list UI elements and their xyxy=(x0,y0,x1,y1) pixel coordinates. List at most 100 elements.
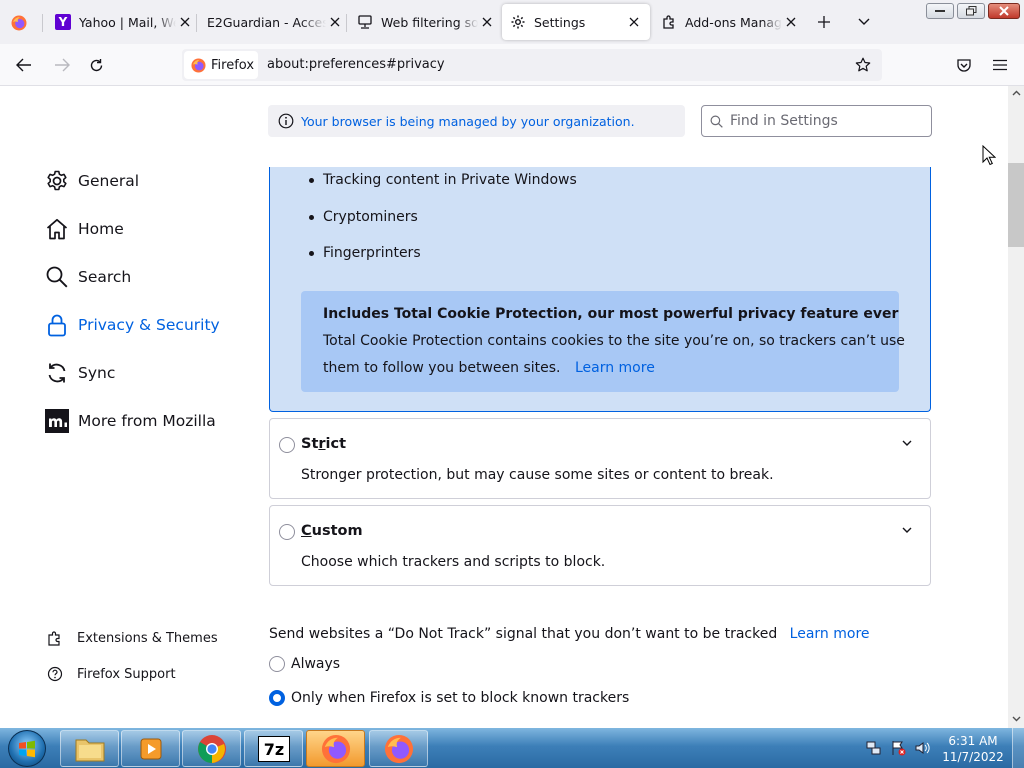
dnt-option-always[interactable]: Always xyxy=(269,656,340,672)
network-icon xyxy=(357,14,373,30)
scrollbar[interactable] xyxy=(1008,86,1024,728)
close-icon[interactable] xyxy=(627,15,641,29)
hamburger-menu-icon xyxy=(993,59,1007,71)
sidebar-item-privacy[interactable]: Privacy & Security xyxy=(44,312,220,338)
start-button[interactable] xyxy=(8,730,46,767)
strict-expand-button[interactable] xyxy=(897,434,917,452)
tab-settings[interactable]: Settings xyxy=(502,4,650,40)
restore-icon xyxy=(965,6,976,16)
dnt-when-blocking-radio[interactable] xyxy=(269,690,285,706)
dnt-always-radio[interactable] xyxy=(269,656,285,672)
search-icon xyxy=(710,115,723,128)
firefox-icon xyxy=(321,734,350,763)
lock-icon xyxy=(44,312,70,338)
close-icon[interactable] xyxy=(178,15,192,29)
tab-web-filtering[interactable]: Web filtering solution xyxy=(352,4,494,40)
custom-radio[interactable] xyxy=(279,524,295,540)
list-item-text: Tracking content in Private Windows xyxy=(323,172,577,188)
show-desktop-button[interactable] xyxy=(1012,728,1024,768)
tcp-learn-more-link[interactable]: Learn more xyxy=(575,360,655,376)
list-all-tabs-button[interactable] xyxy=(852,10,876,34)
mouse-cursor-icon xyxy=(982,145,996,166)
dnt-label: Send websites a “Do Not Track” signal th… xyxy=(269,626,778,642)
firefox-view-button[interactable] xyxy=(6,10,32,36)
gear-icon xyxy=(510,14,526,30)
tab-addons[interactable]: Add-ons Manager xyxy=(656,4,798,40)
dnt-option-when-blocking[interactable]: Only when Firefox is set to block known … xyxy=(269,690,629,706)
tcp-title: Includes Total Cookie Protection, our mo… xyxy=(323,306,899,322)
bookmark-star-button[interactable] xyxy=(852,54,874,76)
sidebar-item-more-from-mozilla[interactable]: More from Mozilla xyxy=(44,408,216,434)
taskbar-media-player[interactable] xyxy=(121,730,180,767)
mozilla-icon xyxy=(44,408,70,434)
tcp-description-line-1: Total Cookie Protection contains cookies… xyxy=(323,333,905,349)
tab-yahoo[interactable]: Y Yahoo | Mail, Weather, Search xyxy=(50,4,192,40)
forward-arrow-icon xyxy=(55,58,70,72)
sidebar-item-search[interactable]: Search xyxy=(44,264,131,290)
minimize-button[interactable] xyxy=(926,3,954,19)
sidebar-link-firefox-support[interactable]: Firefox Support xyxy=(46,665,176,683)
taskbar-firefox[interactable] xyxy=(369,730,428,767)
reload-button[interactable] xyxy=(82,52,110,78)
taskbar-explorer[interactable] xyxy=(60,730,119,767)
close-icon[interactable] xyxy=(784,15,798,29)
new-tab-button[interactable] xyxy=(812,10,836,34)
tray-network-icon[interactable] xyxy=(866,740,882,756)
star-icon xyxy=(855,57,871,72)
custom-title-accesskey: C xyxy=(301,523,312,539)
tray-volume-icon[interactable] xyxy=(914,740,930,756)
scrollbar-thumb[interactable] xyxy=(1008,163,1024,247)
scroll-down-arrow-icon xyxy=(1012,716,1021,722)
tray-action-center-icon[interactable] xyxy=(890,740,906,756)
url-text[interactable]: about:preferences#privacy xyxy=(267,57,445,72)
sidebar-item-sync[interactable]: Sync xyxy=(44,360,115,386)
chevron-down-icon xyxy=(858,18,870,25)
clock-time: 6:31 AM xyxy=(948,734,998,748)
back-arrow-icon xyxy=(16,58,31,72)
search-input[interactable]: Find in Settings xyxy=(701,105,932,137)
app-menu-button[interactable] xyxy=(989,54,1011,76)
dnt-row: Send websites a “Do Not Track” signal th… xyxy=(269,626,870,642)
strict-radio[interactable] xyxy=(279,437,295,453)
info-icon xyxy=(278,113,294,129)
custom-expand-button[interactable] xyxy=(897,521,917,539)
sidebar-item-label: Privacy & Security xyxy=(78,316,220,334)
close-icon[interactable] xyxy=(480,15,494,29)
tray-clock[interactable]: 6:31 AM 11/7/2022 xyxy=(938,733,1008,765)
media-player-icon xyxy=(140,738,161,759)
7zip-icon: 7z xyxy=(257,735,290,762)
tab-e2guardian[interactable]: E2Guardian - Access Denied xyxy=(200,4,342,40)
list-item: Cryptominers xyxy=(309,209,418,225)
back-button[interactable] xyxy=(10,52,38,78)
pocket-button[interactable] xyxy=(953,54,975,76)
list-item: Tracking content in Private Windows xyxy=(309,172,577,188)
dnt-option-label: Only when Firefox is set to block known … xyxy=(291,690,630,706)
close-icon xyxy=(999,6,1009,16)
custom-protection-card[interactable] xyxy=(269,505,931,586)
close-window-button[interactable] xyxy=(988,3,1020,19)
taskbar-firefox[interactable] xyxy=(306,730,365,767)
close-icon[interactable] xyxy=(328,15,342,29)
restore-button[interactable] xyxy=(957,3,985,19)
chevron-down-icon xyxy=(902,527,912,533)
sidebar-item-general[interactable]: General xyxy=(44,168,139,194)
taskbar-chrome[interactable] xyxy=(182,730,241,767)
sidebar-item-label: General xyxy=(78,172,140,190)
tab-label: E2Guardian - Access Denied xyxy=(207,14,326,30)
help-icon xyxy=(46,665,64,683)
sidebar-link-label: Firefox Support xyxy=(77,666,176,682)
identity-box[interactable]: Firefox xyxy=(184,51,258,79)
policies-notice[interactable]: Your browser is being managed by your or… xyxy=(268,105,685,137)
forward-button[interactable] xyxy=(48,52,76,78)
dnt-option-label: Always xyxy=(291,656,341,672)
dnt-learn-more-link[interactable]: Learn more xyxy=(790,626,870,642)
sidebar-item-label: Sync xyxy=(78,364,116,382)
sync-icon xyxy=(44,360,70,386)
taskbar-7zip[interactable]: 7z xyxy=(244,730,303,767)
reload-icon xyxy=(90,58,102,71)
strict-description: Stronger protection, but may cause some … xyxy=(301,467,774,483)
sidebar-item-home[interactable]: Home xyxy=(44,216,124,242)
sidebar-item-label: More from Mozilla xyxy=(78,412,216,430)
strict-protection-card[interactable] xyxy=(269,418,931,499)
sidebar-link-extensions-themes[interactable]: Extensions & Themes xyxy=(46,629,218,647)
